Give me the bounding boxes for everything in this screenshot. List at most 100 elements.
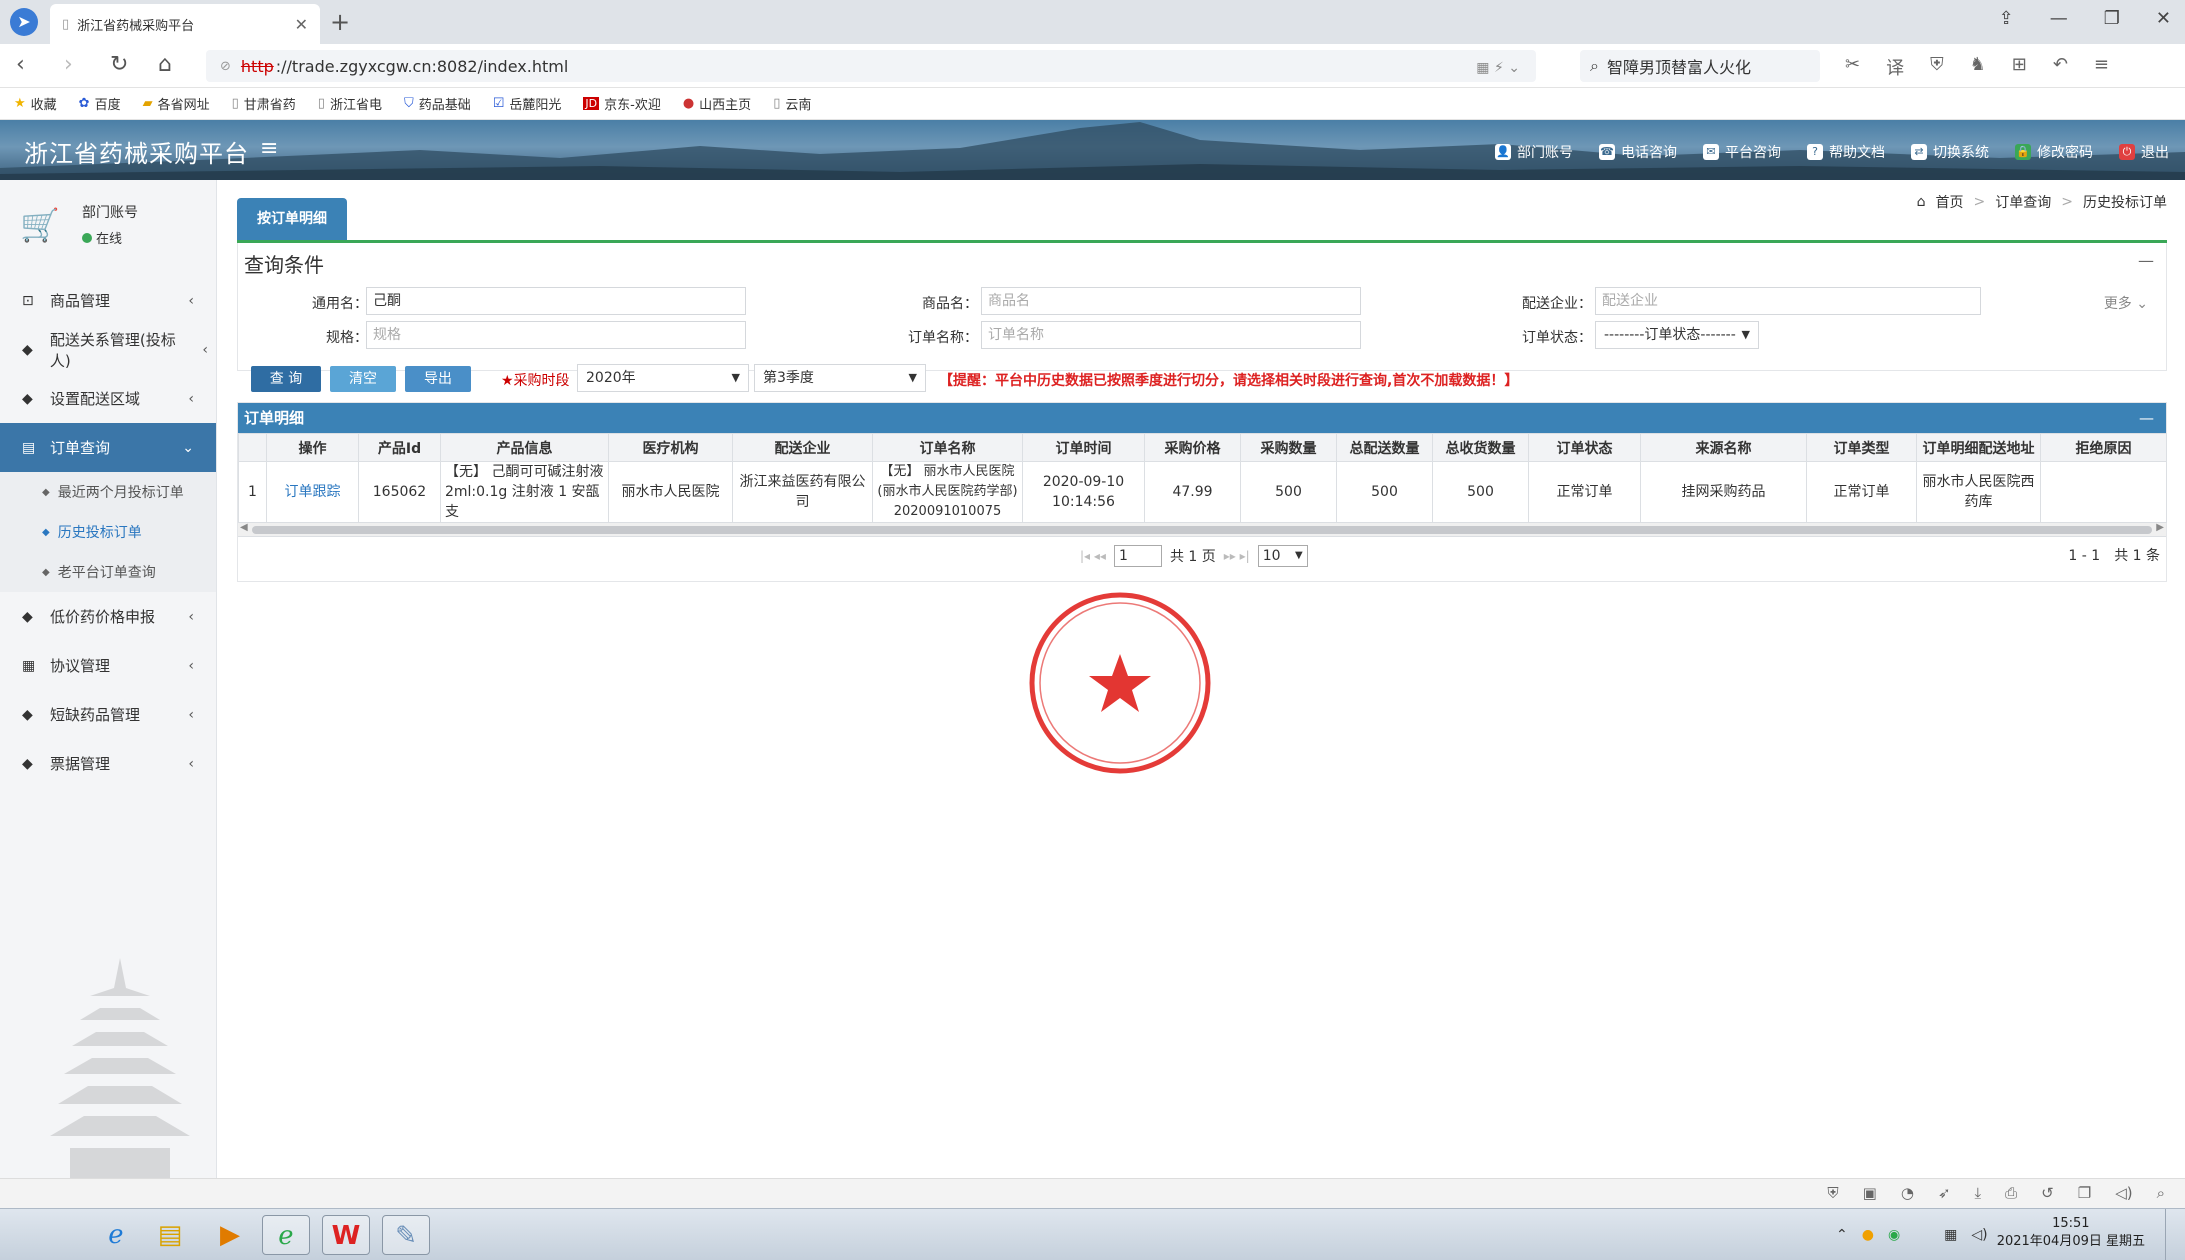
column-header[interactable]: 总收货数量 — [1432, 433, 1529, 462]
translate-icon[interactable]: 译 — [1886, 54, 1904, 80]
order-track-link[interactable]: 订单跟踪 — [266, 461, 359, 523]
minimize-icon[interactable]: — — [2050, 8, 2068, 29]
clear-button[interactable]: 清空 — [330, 366, 396, 392]
bookmark-item[interactable]: ▯ 浙江省电 — [318, 94, 382, 113]
sub-item-old-platform[interactable]: ◆ 老平台订单查询 — [0, 552, 216, 592]
tray-app-icon[interactable]: ● — [1862, 1227, 1874, 1243]
horizontal-scrollbar[interactable]: ◀ ▶ — [238, 522, 2166, 537]
media-player-icon[interactable]: ▶ — [206, 1215, 254, 1255]
printer-icon[interactable]: ⎙ — [2005, 1184, 2017, 1202]
column-header[interactable]: 采购价格 — [1144, 433, 1241, 462]
sidebar-item-low-price[interactable]: ◆ 低价药价格申报 ‹ — [0, 592, 216, 641]
order-status-select[interactable]: --------订单状态------- ▼ — [1595, 321, 1759, 349]
order-name-input[interactable]: 订单名称 — [981, 321, 1361, 349]
year-select[interactable]: 2020年 ▼ — [577, 364, 749, 392]
export-button[interactable]: 导出 — [405, 366, 471, 392]
header-link-help[interactable]: ? 帮助文档 — [1807, 142, 1885, 162]
column-header[interactable]: 产品信息 — [440, 433, 609, 462]
browser-logo-icon[interactable]: ➤ — [10, 8, 38, 36]
sidebar-item-delivery-relation[interactable]: ◆ 配送关系管理(投标人) ‹ — [0, 325, 216, 374]
sidebar-item-delivery-area[interactable]: ◆ 设置配送区域 ‹ — [0, 374, 216, 423]
shield-icon[interactable]: ⛨ — [1930, 54, 1944, 80]
breadcrumb-order-query[interactable]: 订单查询 — [1995, 192, 2051, 212]
rocket-icon[interactable]: ➶ — [1938, 1184, 1951, 1202]
sidebar-item-order-query[interactable]: ▤ 订单查询 ⌄ — [0, 423, 216, 472]
cut-icon[interactable]: ✂ — [1845, 54, 1860, 80]
tab-order-detail[interactable]: 按订单明细 — [237, 198, 347, 240]
pin-icon[interactable]: ⇪ — [1999, 8, 2014, 29]
header-link-consult[interactable]: ✉ 平台咨询 — [1703, 142, 1781, 162]
bookmark-item[interactable]: ⛉ 药品基础 — [404, 94, 471, 113]
collapse-icon[interactable]: — — [2138, 251, 2154, 270]
new-tab-icon[interactable]: + — [330, 8, 350, 36]
url-input[interactable]: ⊘ http ://trade.zgyxcgw.cn:8082/index.ht… — [206, 50, 1536, 82]
ie-browser-icon[interactable]: ℯ — [92, 1215, 140, 1255]
column-header[interactable]: 订单类型 — [1806, 433, 1917, 462]
search-input[interactable]: ⌕ 智障男顶替富人火化 — [1580, 50, 1820, 82]
home-icon[interactable]: ⌂ — [158, 52, 172, 77]
browser-app-icon[interactable]: ℯ — [262, 1215, 310, 1255]
bookmark-item[interactable]: ☑ 岳麓阳光 — [493, 94, 562, 113]
restore-icon[interactable]: ❐ — [2104, 8, 2120, 29]
spec-input[interactable]: 规格 — [366, 321, 746, 349]
sub-item-history-orders[interactable]: ◆ 历史投标订单 — [0, 512, 216, 552]
bookmark-item[interactable]: ★ 收藏 — [14, 94, 57, 113]
bookmark-item[interactable]: ▯ 云南 — [773, 94, 811, 113]
column-header[interactable]: 订单时间 — [1022, 433, 1145, 462]
header-link-logout[interactable]: ⏻ 退出 — [2119, 142, 2169, 162]
file-explorer-icon[interactable]: ▤ — [146, 1215, 194, 1255]
header-link-account[interactable]: 👤 部门账号 — [1495, 142, 1573, 162]
url-tools-icon[interactable]: ▦ ⚡ ⌄ — [1476, 60, 1520, 76]
delivery-input[interactable]: 配送企业 — [1595, 287, 1981, 315]
sound-icon[interactable]: ◁) — [2115, 1184, 2132, 1202]
column-header[interactable]: 采购数量 — [1240, 433, 1337, 462]
download-icon[interactable]: ⤓ — [1975, 1184, 1982, 1202]
header-link-switch[interactable]: ⇄ 切换系统 — [1911, 142, 1989, 162]
page-size-select[interactable]: 10 ▼ — [1257, 545, 1308, 567]
collapse-icon[interactable]: — — [2139, 403, 2154, 433]
bookmark-item[interactable]: ● 山西主页 — [683, 94, 751, 113]
speed-icon[interactable]: ◔ — [1901, 1184, 1914, 1202]
tray-update-icon[interactable]: ◉ — [1888, 1227, 1900, 1243]
paint-icon[interactable]: ✎ — [382, 1215, 430, 1255]
table-row[interactable]: 1 订单跟踪 165062 【无】 己酮可可碱注射液 2ml:0.1g 注射液 … — [238, 461, 2167, 523]
quarter-select[interactable]: 第3季度 ▼ — [754, 364, 926, 392]
column-header[interactable]: 订单状态 — [1528, 433, 1641, 462]
generic-name-input[interactable]: 己酮 — [366, 287, 746, 315]
column-header[interactable]: 产品Id — [358, 433, 441, 462]
volume-icon[interactable]: ◁) — [1971, 1227, 1987, 1243]
close-window-icon[interactable]: ✕ — [2156, 8, 2171, 29]
back-icon[interactable]: ‹ — [16, 52, 25, 77]
page-input[interactable]: 1 — [1113, 545, 1162, 567]
close-icon[interactable]: ✕ — [295, 15, 308, 34]
column-header[interactable]: 医疗机构 — [608, 433, 733, 462]
column-header[interactable]: 配送企业 — [732, 433, 873, 462]
breadcrumb-home[interactable]: 首页 — [1936, 192, 1964, 212]
network-icon[interactable]: ▦ — [1944, 1227, 1957, 1243]
sidebar-item-product[interactable]: ⊡ 商品管理 ‹ — [0, 276, 216, 325]
query-button[interactable]: 查 询 — [251, 366, 321, 392]
history-icon[interactable]: ↺ — [2041, 1184, 2054, 1202]
column-header[interactable]: 总配送数量 — [1336, 433, 1433, 462]
column-header[interactable]: 订单明细配送地址 — [1916, 433, 2041, 462]
apps-icon[interactable]: ⊞ — [2012, 54, 2027, 80]
window-icon[interactable]: ❐ — [2078, 1184, 2091, 1202]
undo-icon[interactable]: ↶ — [2053, 54, 2068, 80]
show-desktop-button[interactable] — [2165, 1209, 2185, 1260]
sub-item-recent-orders[interactable]: ◆ 最近两个月投标订单 — [0, 472, 216, 512]
game-icon[interactable]: ♞ — [1970, 54, 1986, 80]
image-icon[interactable]: ▣ — [1863, 1184, 1877, 1202]
reload-icon[interactable]: ↻ — [110, 52, 128, 77]
sidebar-item-shortage[interactable]: ◆ 短缺药品管理 ‹ — [0, 690, 216, 739]
tray-expand-icon[interactable]: ⌃ — [1836, 1227, 1848, 1243]
browser-tab[interactable]: ▯ 浙江省药械采购平台 ✕ — [50, 4, 320, 44]
security-icon[interactable]: ⛨ — [1827, 1184, 1838, 1202]
scroll-left-icon[interactable]: ◀ — [240, 522, 248, 533]
header-link-password[interactable]: 🔒 修改密码 — [2015, 142, 2093, 162]
first-prev-page-icon[interactable]: |◂ ◂◂ — [1080, 549, 1106, 563]
next-last-page-icon[interactable]: ▸▸ ▸| — [1224, 549, 1250, 563]
forward-icon[interactable]: › — [64, 52, 73, 77]
sidebar-item-invoice[interactable]: ◆ 票据管理 ‹ — [0, 739, 216, 788]
menu-icon[interactable]: ≡ — [2094, 54, 2109, 80]
scroll-right-icon[interactable]: ▶ — [2156, 522, 2164, 533]
